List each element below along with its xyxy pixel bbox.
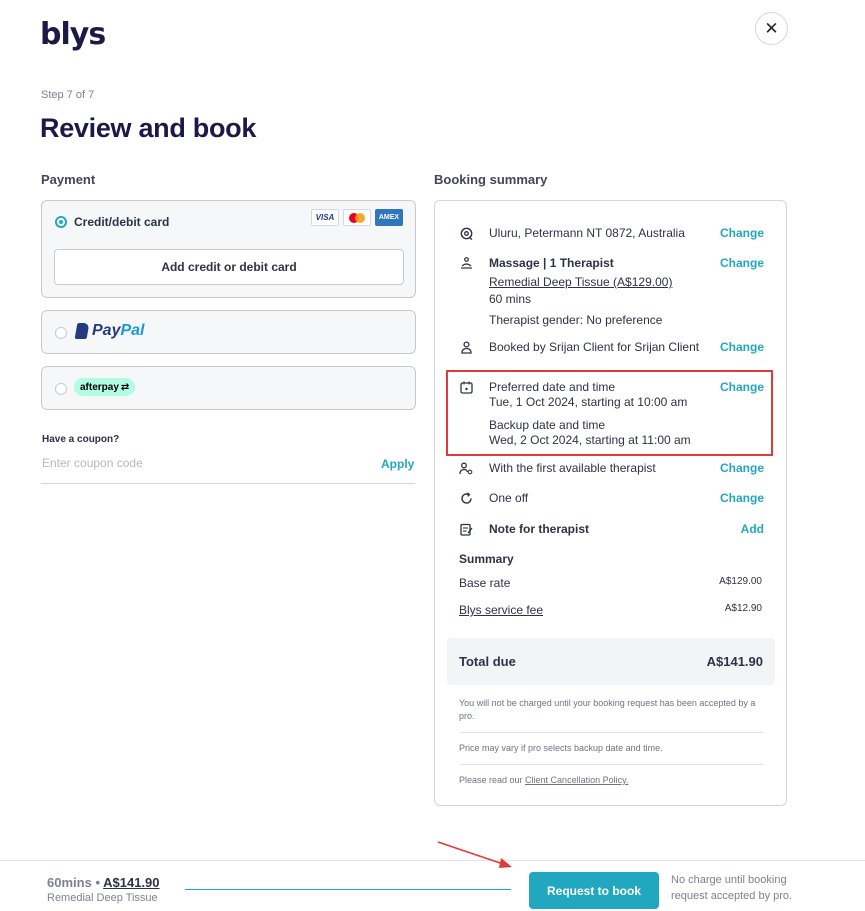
frequency-row: One off Change <box>459 491 764 507</box>
credit-card-label: Credit/debit card <box>74 215 170 229</box>
paypal-logo: PayPal <box>74 322 145 340</box>
service-fee-value: A$12.90 <box>724 603 762 614</box>
paypal-logo-text-2: Pal <box>120 322 145 339</box>
booked-by-text: Booked by Srijan Client for Srijan Clien… <box>489 340 700 354</box>
credit-card-option[interactable]: Credit/debit card VISA AMEX Add credit o… <box>41 200 416 298</box>
add-card-button[interactable]: Add credit or debit card <box>54 249 404 285</box>
paypal-logo-text-1: Pay <box>92 322 121 339</box>
afterpay-loop-icon: ⇄ <box>120 381 130 393</box>
charge-note: You will not be charged until your booki… <box>459 698 756 721</box>
change-location-button[interactable]: Change <box>720 226 764 240</box>
summary-title: Summary <box>459 552 514 566</box>
treatment-link[interactable]: Remedial Deep Tissue (A$129.00) <box>489 275 672 290</box>
request-to-book-button[interactable]: Request to book <box>529 872 659 909</box>
person-icon <box>459 340 473 354</box>
mastercard-icon <box>343 209 371 226</box>
change-massage-button[interactable]: Change <box>720 256 764 270</box>
footer-note: No charge until booking request accepted… <box>671 874 793 902</box>
afterpay-logo: afterpay ⇄ <box>74 378 136 396</box>
note-divider-1 <box>459 732 763 733</box>
footer-divider <box>0 860 865 861</box>
progress-line <box>185 889 511 890</box>
location-text: Uluru, Petermann NT 0872, Australia <box>489 226 685 240</box>
coupon-input[interactable] <box>42 456 372 470</box>
add-note-button[interactable]: Add <box>741 522 764 536</box>
paypal-radio[interactable] <box>55 327 67 339</box>
change-recipient-button[interactable]: Change <box>720 340 764 354</box>
blys-logo: blys <box>40 17 106 52</box>
page-title: Review and book <box>40 113 257 143</box>
base-rate-label: Base rate <box>459 576 511 590</box>
booked-by-row: Booked by Srijan Client for Srijan Clien… <box>459 340 764 372</box>
afterpay-radio[interactable] <box>55 383 67 395</box>
total-due-value: A$141.90 <box>706 654 763 669</box>
policy-note: Please read our Client Cancellation Poli… <box>459 774 763 787</box>
total-due-label: Total due <box>459 654 516 669</box>
massage-row: Massage | 1 Therapist Remedial Deep Tiss… <box>459 256 764 336</box>
therapist-row: With the first available therapist Chang… <box>459 461 764 477</box>
payment-label: Payment <box>41 172 96 187</box>
booking-summary-label: Booking summary <box>434 172 548 187</box>
note-divider-2 <box>459 764 763 765</box>
paypal-option[interactable]: PayPal <box>41 310 416 354</box>
location-icon <box>459 226 473 240</box>
repeat-icon <box>459 491 473 505</box>
policy-prefix: Please read our <box>459 775 526 785</box>
footer-separator: • <box>95 875 100 890</box>
footer-total[interactable]: A$141.90 <box>103 875 159 890</box>
footer-duration: 60mins <box>47 875 92 890</box>
afterpay-logo-text: afterpay <box>80 381 119 393</box>
footer-price: 60mins • A$141.90 <box>47 875 160 890</box>
therapist-text: With the first available therapist <box>489 461 656 475</box>
base-rate-row: Base rate A$129.00 <box>459 576 762 590</box>
apply-coupon-button[interactable]: Apply <box>381 457 414 471</box>
afterpay-option[interactable]: afterpay ⇄ <box>41 366 416 410</box>
therapist-icon <box>459 461 473 475</box>
base-rate-value: A$129.00 <box>719 576 762 587</box>
change-therapist-button[interactable]: Change <box>720 461 764 475</box>
duration-text: 60 mins <box>489 292 532 306</box>
amex-icon: AMEX <box>375 209 403 226</box>
price-vary-note: Price may vary if pro selects backup dat… <box>459 743 663 753</box>
massage-title: Massage | 1 Therapist <box>489 256 614 270</box>
service-fee-link[interactable]: Blys service fee <box>459 603 543 617</box>
frequency-text: One off <box>489 491 529 505</box>
therapist-gender-text: Therapist gender: No preference <box>489 313 663 327</box>
service-fee-row: Blys service fee A$12.90 <box>459 603 762 617</box>
massage-icon <box>459 256 473 270</box>
change-frequency-button[interactable]: Change <box>720 491 764 505</box>
booking-summary-panel: Uluru, Petermann NT 0872, Australia Chan… <box>434 200 787 806</box>
date-time-highlight <box>446 370 773 456</box>
card-brand-logos: VISA AMEX <box>311 209 403 226</box>
paypal-icon <box>74 323 90 339</box>
coupon-divider <box>41 483 415 484</box>
close-button[interactable]: ✕ <box>755 12 788 45</box>
note-row: Note for therapist Add <box>459 522 764 538</box>
location-row: Uluru, Petermann NT 0872, Australia Chan… <box>459 226 764 242</box>
note-icon <box>459 522 473 536</box>
footer-service: Remedial Deep Tissue <box>47 892 158 904</box>
note-label: Note for therapist <box>489 522 590 536</box>
visa-icon: VISA <box>311 209 339 226</box>
total-due-box: Total due A$141.90 <box>447 638 775 685</box>
step-indicator: Step 7 of 7 <box>41 89 95 101</box>
cancellation-policy-link[interactable]: Client Cancellation Policy. <box>525 775 628 785</box>
credit-card-radio[interactable] <box>55 216 67 228</box>
coupon-label: Have a coupon? <box>42 434 120 445</box>
